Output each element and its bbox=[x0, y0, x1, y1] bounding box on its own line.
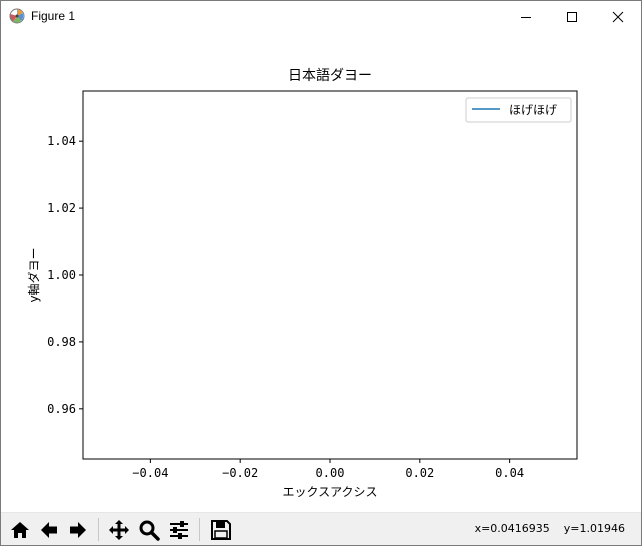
x-tick-label: 0.02 bbox=[405, 466, 434, 480]
subplots-button[interactable] bbox=[165, 516, 192, 543]
sliders-icon bbox=[169, 520, 188, 539]
axes-frame[interactable] bbox=[82, 90, 578, 460]
legend: ほげほげ bbox=[465, 97, 572, 123]
y-tick-label: 1.00 bbox=[47, 268, 76, 282]
figure-window: Figure 1 日本語ダヨー −0.04 −0.02 0.00 0.02 0.04 0… bbox=[0, 0, 642, 546]
zoom-button[interactable] bbox=[135, 516, 162, 543]
move-icon bbox=[108, 519, 129, 540]
minimize-button[interactable] bbox=[503, 1, 549, 32]
toolbar-separator bbox=[98, 518, 99, 541]
x-tick-label: −0.04 bbox=[132, 466, 168, 480]
toolbar-separator bbox=[199, 518, 200, 541]
x-tick-label: 0.04 bbox=[495, 466, 524, 480]
x-tick-label: 0.00 bbox=[316, 466, 345, 480]
arrow-left-icon bbox=[40, 521, 57, 538]
pan-button[interactable] bbox=[105, 516, 132, 543]
magnifier-icon bbox=[139, 520, 160, 541]
y-axis-label: y軸ダヨー bbox=[26, 247, 41, 302]
close-icon bbox=[612, 11, 624, 22]
back-button[interactable] bbox=[35, 516, 62, 543]
home-icon bbox=[10, 521, 29, 538]
navigation-toolbar: x=0.0416935 y=1.01946 bbox=[1, 512, 641, 545]
y-tick-label: 0.96 bbox=[47, 402, 76, 416]
y-tick-label: 0.98 bbox=[47, 335, 76, 349]
matplotlib-logo-icon bbox=[9, 8, 25, 24]
close-button[interactable] bbox=[595, 1, 641, 32]
x-axis: −0.04 −0.02 0.00 0.02 0.04 bbox=[132, 459, 524, 480]
y-tick-label: 1.02 bbox=[47, 201, 76, 215]
chart-title: 日本語ダヨー bbox=[288, 68, 372, 84]
legend-label: ほげほげ bbox=[509, 103, 557, 117]
maximize-button[interactable] bbox=[549, 1, 595, 32]
maximize-icon bbox=[567, 11, 577, 22]
save-button[interactable] bbox=[207, 516, 234, 543]
plot-svg: 日本語ダヨー −0.04 −0.02 0.00 0.02 0.04 0.96 0.98 1.… bbox=[26, 68, 578, 499]
y-tick-label: 1.04 bbox=[47, 134, 76, 148]
arrow-right-icon bbox=[69, 521, 86, 538]
floppy-disk-icon bbox=[210, 519, 231, 540]
forward-button[interactable] bbox=[64, 516, 91, 543]
y-axis: 0.96 0.98 1.00 1.02 1.04 bbox=[47, 134, 83, 416]
cursor-coordinates: x=0.0416935 y=1.01946 bbox=[474, 522, 625, 535]
home-button[interactable] bbox=[6, 516, 33, 543]
x-tick-label: −0.02 bbox=[222, 466, 258, 480]
x-axis-label: エックスアクシス bbox=[282, 485, 377, 499]
minimize-icon bbox=[521, 16, 531, 18]
title-bar[interactable]: Figure 1 bbox=[1, 1, 641, 32]
window-title: Figure 1 bbox=[31, 9, 76, 23]
figure-canvas[interactable]: 日本語ダヨー −0.04 −0.02 0.00 0.02 0.04 0.96 0.98 1.… bbox=[1, 32, 641, 512]
